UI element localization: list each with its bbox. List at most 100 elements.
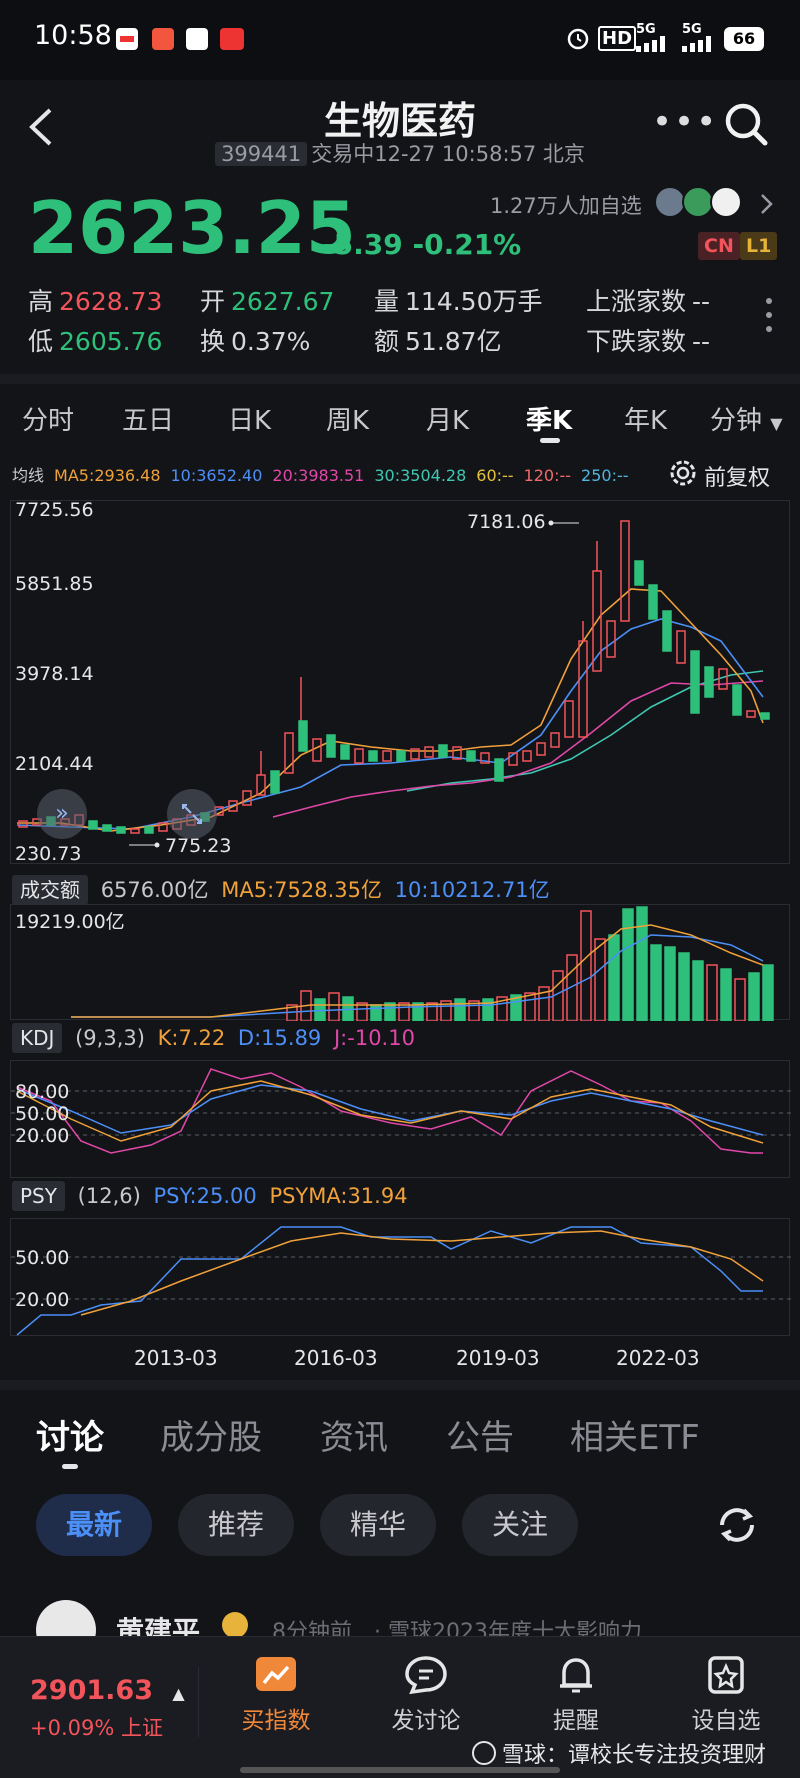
watermark: 雪球：谭校长专注投资理财: [472, 1737, 766, 1769]
filter-following[interactable]: 关注: [462, 1494, 578, 1556]
home-indicator: [240, 1767, 560, 1773]
period-tabs: 分时 五日 日K 周K 月K 季K 年K 分钟 ▼: [0, 386, 800, 446]
filter-recommended[interactable]: 推荐: [178, 1494, 294, 1556]
tab-period-active[interactable]: 季K: [526, 400, 572, 437]
tab-discussion[interactable]: 讨论: [36, 1410, 104, 1459]
active-tab-indicator: [540, 438, 560, 443]
chat-bubble-icon: [405, 1656, 447, 1695]
kdj-level-label: 80.00: [15, 1081, 70, 1103]
psy-legend: PSY (12,6) PSY:25.00 PSYMA:31.94: [12, 1181, 414, 1211]
stat-open: 开 2627.67: [200, 287, 335, 316]
app-icon-3: [186, 28, 208, 50]
candlestick-chart[interactable]: 7725.56 5851.85 3978.14 2104.44 230.73 7…: [10, 499, 790, 865]
x-axis-tick: 2013-03: [134, 1346, 218, 1370]
kdj-level-label: 50.00: [15, 1103, 70, 1125]
adjustment-toggle[interactable]: 前复权: [668, 458, 770, 494]
signal-1-label: 5G: [636, 22, 656, 37]
tag-cn[interactable]: CN: [698, 232, 740, 260]
trade-status: 交易中12-27 10:58:57 北京: [311, 142, 585, 166]
bottom-bar: 2901.63 ▲ +0.09% 上证 买指数 发讨论 提醒 设自选 雪球：谭校…: [0, 1636, 800, 1778]
kdj-svg: [11, 1068, 791, 1154]
scroll-left-button[interactable]: »: [37, 789, 87, 839]
alarm-icon: [567, 28, 589, 50]
bottom-divider: [198, 1667, 199, 1737]
verified-badge-icon: [222, 1612, 248, 1638]
psy-svg: [11, 1226, 791, 1336]
header: 生物医药 399441 交易中12-27 10:58:57 北京 •••: [0, 80, 800, 180]
more-icon[interactable]: •••: [652, 102, 718, 142]
last-price: 2623.25: [28, 186, 356, 270]
psy-chart[interactable]: 50.00 20.00: [10, 1218, 791, 1336]
nav-alert[interactable]: 提醒: [516, 1655, 636, 1735]
nav-add-watchlist[interactable]: 设自选: [666, 1655, 786, 1735]
volume-indicator-chip[interactable]: 成交额: [12, 875, 88, 905]
tab-period[interactable]: 月K: [426, 400, 469, 437]
trade-status-line: 399441 交易中12-27 10:58:57 北京: [0, 138, 800, 168]
avatar: [710, 186, 742, 218]
psy-indicator-chip[interactable]: PSY: [12, 1181, 65, 1211]
y-axis-label: 5851.85: [15, 573, 94, 595]
filter-featured[interactable]: 精华: [320, 1494, 436, 1556]
feed-item[interactable]: 黄建平 8分钟前 · 雪球2023年度十大影响力…: [0, 1600, 800, 1660]
tab-period-minute[interactable]: 分钟 ▼: [710, 400, 783, 437]
followers-count[interactable]: 1.27万人加自选: [490, 190, 642, 220]
stat-amount: 额 51.87亿: [374, 327, 502, 356]
tab-constituents[interactable]: 成分股: [160, 1410, 262, 1459]
candlestick-svg: [16, 520, 770, 848]
y-axis-label: 3978.14: [15, 663, 94, 685]
search-icon[interactable]: [722, 100, 770, 148]
tab-period[interactable]: 年K: [624, 400, 667, 437]
status-bar: 10:58 HD 5G 5G 66: [0, 0, 800, 80]
stat-down-count: 下跌家数 --: [586, 327, 711, 356]
tab-announcements[interactable]: 公告: [446, 1410, 514, 1459]
kdj-legend: KDJ (9,3,3) K:7.22 D:15.89 J:-10.10: [12, 1023, 421, 1053]
vertical-more-icon[interactable]: [764, 296, 774, 336]
refresh-icon[interactable]: [712, 1500, 762, 1550]
active-section-indicator: [62, 1464, 78, 1469]
kdj-level-label: 20.00: [15, 1125, 70, 1147]
index-change: +0.09% 上证: [30, 1716, 163, 1740]
volume-chart[interactable]: 19219.00亿: [10, 904, 790, 1022]
nav-buy-index[interactable]: 买指数: [216, 1655, 336, 1735]
tab-related-etf[interactable]: 相关ETF: [570, 1410, 700, 1459]
fullscreen-icon[interactable]: [167, 789, 217, 839]
ma-legend: 均线 MA5:2936.48 10:3652.40 20:3983.51 30:3504…: [12, 466, 629, 485]
stat-turnover: 换 0.37%: [200, 327, 311, 356]
volume-legend: 成交额 6576.00亿 MA5:7528.35亿 10:10212.71亿: [12, 874, 556, 905]
nav-post-discussion[interactable]: 发讨论: [366, 1655, 486, 1735]
kdj-chart[interactable]: 80.00 50.00 20.00: [10, 1060, 791, 1178]
y-axis-label: 230.73: [15, 843, 82, 865]
index-ticker[interactable]: 2901.63 ▲ +0.09% 上证: [30, 1675, 185, 1742]
max-price-annotation: 7181.06: [467, 511, 546, 533]
tab-period[interactable]: 周K: [326, 400, 369, 437]
tab-period[interactable]: 日K: [228, 400, 271, 437]
volume-max-label: 19219.00亿: [15, 911, 125, 933]
tab-period[interactable]: 分时: [22, 400, 74, 437]
filter-latest[interactable]: 最新: [36, 1494, 152, 1556]
volume-svg: [71, 906, 774, 1022]
section-divider: [0, 1380, 800, 1390]
kdj-indicator-chip[interactable]: KDJ: [12, 1023, 63, 1053]
stat-up-count: 上涨家数 --: [586, 287, 711, 316]
stat-low: 低 2605.76: [28, 327, 163, 356]
app-icon-1: [116, 28, 138, 50]
x-axis-tick: 2019-03: [456, 1346, 540, 1370]
y-axis-label: 2104.44: [15, 753, 94, 775]
chevron-right-icon[interactable]: [758, 192, 774, 216]
y-axis-label: 7725.56: [15, 499, 94, 521]
stat-volume: 量 114.50万手: [374, 287, 543, 316]
change-value: -5.39: [322, 228, 403, 261]
up-triangle-icon: ▲: [172, 1684, 185, 1703]
psy-level-label: 50.00: [15, 1247, 70, 1269]
tab-period[interactable]: 五日: [122, 400, 174, 437]
signal-1-icon: [636, 36, 665, 52]
hd-badge: HD: [598, 26, 637, 51]
follower-avatars[interactable]: [652, 184, 752, 220]
x-axis-tick: 2016-03: [294, 1346, 378, 1370]
trend-chart-icon: [256, 1657, 296, 1691]
status-time: 10:58: [34, 20, 112, 51]
snowball-logo-icon: [472, 1741, 496, 1765]
tag-l1[interactable]: L1: [740, 232, 778, 260]
index-code: 399441: [215, 142, 308, 166]
tab-news[interactable]: 资讯: [320, 1410, 388, 1459]
